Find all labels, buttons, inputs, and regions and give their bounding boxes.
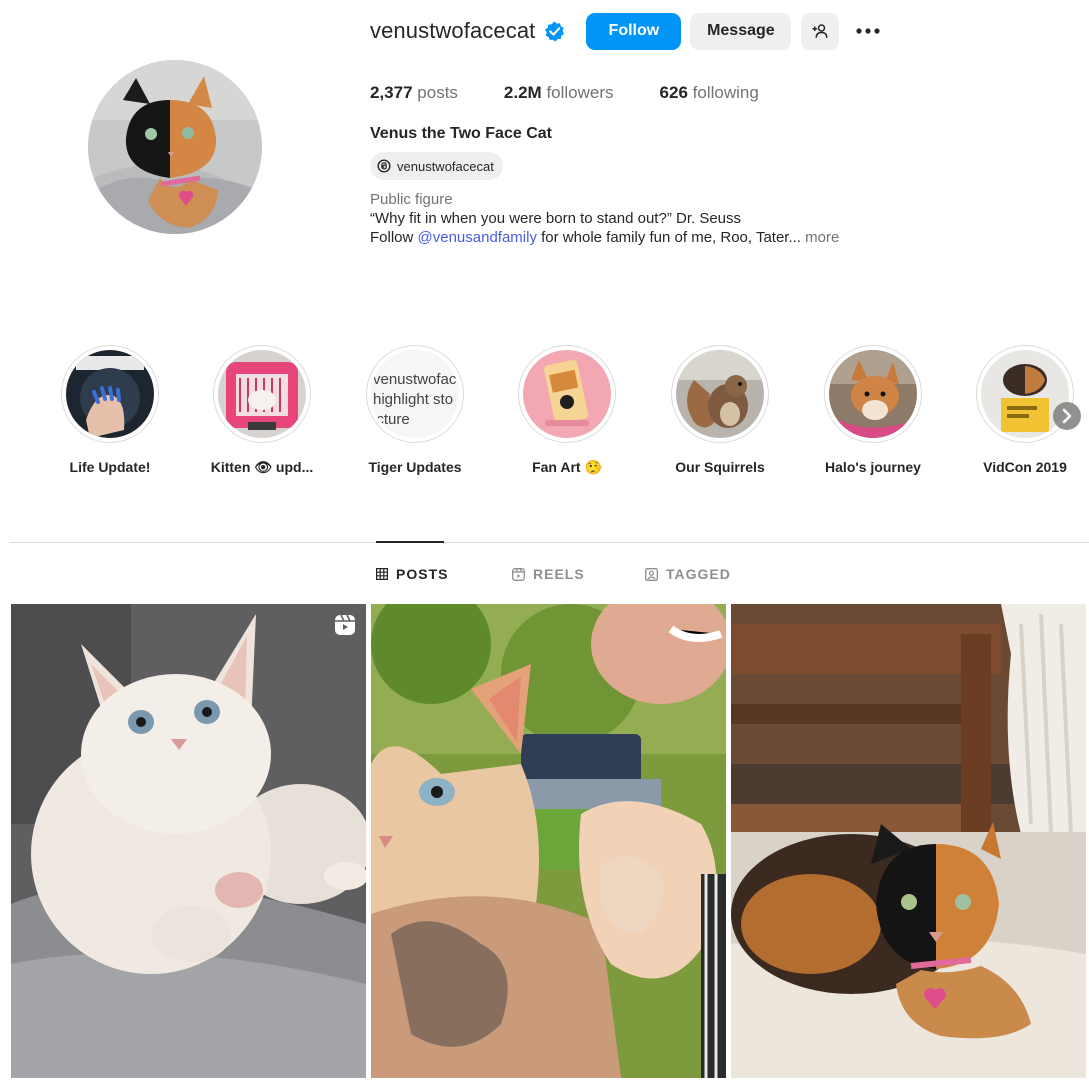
add-user-icon <box>812 24 828 38</box>
more-icon <box>856 28 880 34</box>
highlight-cover: venustwofac highlight sto icture <box>371 350 459 438</box>
post-thumbnail[interactable] <box>11 604 366 1078</box>
avatar-image <box>88 60 262 234</box>
profile-stats: 2,377 posts 2.2M followers 626 following <box>370 83 1070 103</box>
post-image-white-kitten <box>11 604 366 1078</box>
grid-icon <box>376 568 388 580</box>
highlight-our-squirrels[interactable]: Our Squirrels <box>645 345 795 475</box>
reels-icon <box>512 567 525 581</box>
threads-link[interactable]: venustwofacecat <box>370 152 503 180</box>
bio-follow-line: Follow @venusandfamily for whole family … <box>370 229 840 246</box>
highlight-label: Our Squirrels <box>675 459 765 475</box>
highlight-label: Halo's journey <box>825 459 921 475</box>
highlight-fan-art[interactable]: Fan Art 🤥 <box>492 345 642 476</box>
highlight-tiger-updates[interactable]: venustwofac highlight sto icture Tiger U… <box>340 345 490 475</box>
post-image-venus-on-rug <box>731 604 1086 1078</box>
highlight-halos-journey[interactable]: Halo's journey <box>798 345 948 475</box>
tab-reels[interactable]: REELS <box>512 566 585 582</box>
tab-tagged[interactable]: TAGGED <box>645 566 731 582</box>
highlight-label: Kitten 👁 upd... <box>210 459 314 475</box>
posts-count: 2,377 posts <box>370 83 458 102</box>
highlight-cover <box>523 350 611 438</box>
tagged-icon <box>645 567 658 581</box>
suggested-accounts-button[interactable] <box>801 12 840 50</box>
reel-badge-icon <box>334 614 356 641</box>
tabs-divider <box>10 542 1089 543</box>
full-name: Venus the Two Face Cat <box>370 125 552 142</box>
highlight-label: Tiger Updates <box>368 459 462 475</box>
profile-info: venustwofacecat Follow Message 2,377 pos… <box>370 12 1070 246</box>
profile-tabs: POSTS REELS TAGGED <box>0 566 1089 584</box>
highlight-life-update[interactable]: Life Update! <box>35 345 185 475</box>
bio-mention-link[interactable]: @venusandfamily <box>418 229 537 246</box>
message-button[interactable]: Message <box>690 12 792 50</box>
bio-quote: “Why fit in when you were born to stand … <box>370 210 742 227</box>
svg-text:highlight sto: highlight sto <box>373 391 453 408</box>
highlight-cover <box>676 350 764 438</box>
post-thumbnail[interactable] <box>371 604 726 1078</box>
svg-text:venustwofac: venustwofac <box>373 371 457 388</box>
username: venustwofacecat <box>370 18 536 43</box>
followers-count[interactable]: 2.2M followers <box>504 83 614 103</box>
highlight-cover <box>218 350 306 438</box>
svg-text:icture: icture <box>373 411 410 428</box>
highlight-cover <box>66 350 154 438</box>
more-options-button[interactable] <box>849 13 887 50</box>
highlights-next-button[interactable] <box>1053 402 1081 430</box>
profile-avatar[interactable] <box>88 60 262 234</box>
highlight-label: Life Update! <box>69 459 151 475</box>
active-tab-indicator <box>376 541 444 543</box>
highlight-cover <box>829 350 917 438</box>
highlight-kitten-update[interactable]: Kitten 👁 upd... <box>187 345 337 476</box>
threads-handle: venustwofacecat <box>397 158 494 174</box>
story-highlights: Life Update! Kitten 👁 upd... venustwofac… <box>0 345 1089 485</box>
follow-button[interactable]: Follow <box>586 12 682 50</box>
profile-category: Public figure <box>370 191 453 208</box>
highlight-label: VidCon 2019 <box>983 459 1067 475</box>
verified-badge-icon <box>544 21 565 42</box>
post-image-orange-cat-tattoo <box>371 604 726 1078</box>
highlight-label: Fan Art 🤥 <box>532 459 602 475</box>
profile-header-row: venustwofacecat Follow Message <box>370 12 1070 50</box>
bio-more-link[interactable]: more <box>801 229 839 246</box>
tab-posts[interactable]: POSTS <box>376 566 448 582</box>
chevron-right-icon <box>1062 408 1072 424</box>
following-count[interactable]: 626 following <box>660 83 759 103</box>
post-thumbnail[interactable] <box>731 604 1086 1078</box>
threads-icon <box>377 159 391 173</box>
